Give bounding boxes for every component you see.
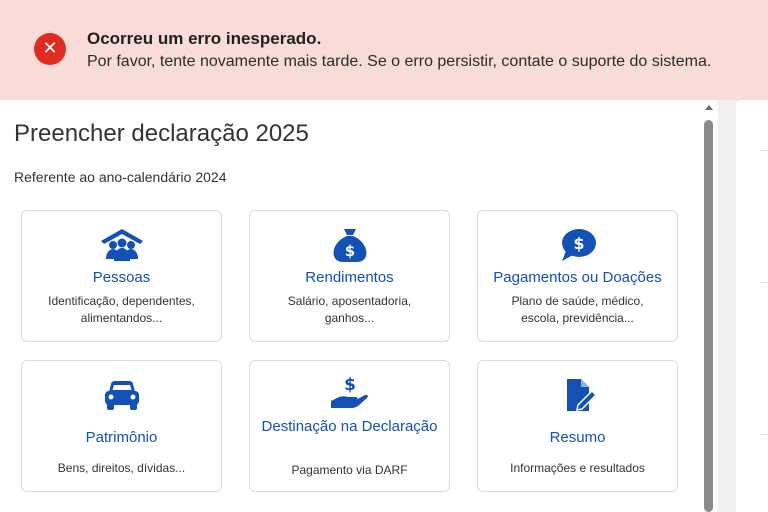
svg-text:$: $ — [573, 234, 584, 253]
hand-dollar-icon: $ — [330, 375, 368, 408]
svg-text:$: $ — [344, 375, 356, 395]
page-subtitle: Referente ao ano-calendário 2024 — [14, 169, 227, 185]
side-panel — [736, 100, 768, 512]
declaration-panel: Preencher declaração 2025 Referente ao a… — [0, 100, 718, 512]
card-title: Destinação na Declaração — [261, 418, 438, 435]
error-title: Ocorreu um erro inesperado. — [87, 29, 322, 48]
money-bag-icon: $ — [333, 229, 366, 262]
car-icon — [104, 381, 139, 410]
card-resumo[interactable]: Resumo Informações e resultados — [477, 360, 678, 492]
error-banner: ✕ Ocorreu um erro inesperado. Por favor,… — [0, 0, 768, 100]
svg-text:$: $ — [344, 242, 354, 260]
document-edit-icon — [566, 379, 597, 411]
card-description: Informações e resultados — [510, 461, 645, 475]
card-title: Resumo — [549, 429, 606, 446]
dollar-speech-bubble-icon: $ — [561, 229, 596, 261]
divider — [760, 150, 768, 151]
scrollbar-thumb[interactable] — [704, 120, 713, 512]
card-pessoas[interactable]: Pessoas Identificação, dependentes, alim… — [21, 210, 222, 342]
card-description: Bens, direitos, dívidas... — [57, 461, 186, 475]
card-description: Pagamento via DARF — [291, 463, 408, 477]
people-house-icon — [100, 229, 143, 261]
card-description: Plano de saúde, médico, escola, previdên… — [511, 294, 644, 325]
card-title: Pagamentos ou Doações — [493, 269, 662, 286]
close-icon: ✕ — [34, 33, 66, 65]
card-destinacao-declaracao[interactable]: $ Destinação na Declaração Pagamento via… — [249, 360, 450, 492]
card-description: Salário, aposentadoria, ganhos... — [287, 294, 412, 325]
card-title: Rendimentos — [305, 269, 394, 286]
card-rendimentos[interactable]: $ Rendimentos Salário, aposentadoria, ga… — [249, 210, 450, 342]
divider — [760, 434, 768, 435]
page-title: Preencher declaração 2025 — [14, 120, 309, 147]
vertical-scrollbar[interactable] — [703, 100, 717, 512]
scroll-up-arrow-icon[interactable] — [705, 105, 713, 110]
card-pagamentos-doacoes[interactable]: $ Pagamentos ou Doações Plano de saúde, … — [477, 210, 678, 342]
divider — [760, 282, 768, 283]
card-description: Identificação, dependentes, alimentandos… — [48, 294, 195, 325]
card-title: Patrimônio — [85, 429, 158, 446]
error-message: Por favor, tente novamente mais tarde. S… — [87, 53, 712, 70]
card-patrimonio[interactable]: Patrimônio Bens, direitos, dívidas... — [21, 360, 222, 492]
card-title: Pessoas — [92, 269, 151, 286]
